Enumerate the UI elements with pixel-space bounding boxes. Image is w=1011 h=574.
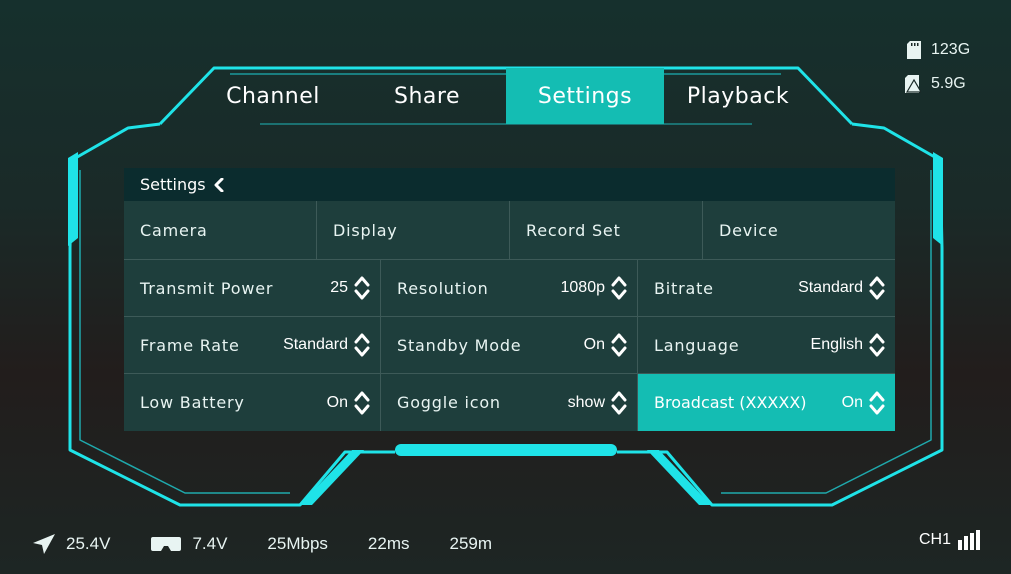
setting-broadcast[interactable]: Broadcast (XXXXX) On (638, 373, 895, 431)
stepper-icon[interactable] (611, 273, 627, 303)
stepper-icon[interactable] (354, 388, 370, 418)
setting-label: Frame Rate (140, 335, 240, 355)
settings-grid: Transmit Power 25 Resolution 1080p Bitra… (124, 259, 895, 431)
stepper-icon[interactable] (869, 273, 885, 303)
stepper-icon[interactable] (354, 273, 370, 303)
setting-value: On (841, 393, 863, 411)
setting-low-battery[interactable]: Low Battery On (124, 373, 381, 431)
settings-panel: Settings Camera Display Record Set Devic… (124, 168, 895, 431)
goggle-voltage: 7.4V (150, 534, 227, 554)
sd-card-storage: 123G (905, 38, 973, 62)
drone-voltage: 25.4V (32, 533, 110, 555)
latency-value: 22ms (367, 534, 410, 553)
aircraft-icon (33, 534, 55, 554)
subtab-camera[interactable]: Camera (124, 201, 317, 259)
setting-value: 25 (330, 279, 348, 296)
setting-goggle-icon[interactable]: Goggle icon show (381, 373, 638, 431)
latency-readout: 22ms (368, 534, 410, 554)
goggles-icon (151, 537, 182, 551)
setting-label: Low Battery (140, 393, 245, 412)
internal-storage: 5.9G (905, 72, 973, 96)
setting-label: Goggle icon (397, 393, 501, 412)
setting-value: English (810, 336, 863, 353)
panel-title: Settings (140, 175, 206, 194)
tab-settings[interactable]: Settings (506, 68, 664, 124)
stepper-icon[interactable] (611, 330, 627, 360)
sd-card-capacity: 123G (931, 41, 971, 58)
setting-label: Broadcast (XXXXX) (654, 393, 807, 412)
distance-value: 259m (449, 534, 493, 553)
setting-frame-rate[interactable]: Frame Rate Standard (124, 316, 381, 373)
bitrate-value: 25Mbps (267, 534, 328, 553)
storage-indicators: 123G 5.9G (905, 38, 973, 96)
stepper-icon[interactable] (869, 330, 885, 360)
tab-share[interactable]: Share (348, 68, 506, 124)
stepper-icon[interactable] (354, 330, 370, 360)
subtab-record-set[interactable]: Record Set (510, 201, 703, 259)
setting-label: Bitrate (654, 278, 714, 298)
setting-transmit-power[interactable]: Transmit Power 25 (124, 259, 381, 316)
subtab-device[interactable]: Device (703, 201, 895, 259)
storage-icon (905, 75, 921, 93)
subtab-display[interactable]: Display (317, 201, 510, 259)
tab-channel[interactable]: Channel (198, 68, 348, 124)
signal-bars-icon (958, 530, 980, 550)
setting-label: Resolution (397, 278, 489, 298)
stepper-icon[interactable] (869, 388, 885, 418)
channel-indicator: CH1 (919, 530, 981, 550)
setting-bitrate[interactable]: Bitrate Standard (638, 259, 895, 316)
setting-resolution[interactable]: Resolution 1080p (381, 259, 638, 316)
distance-readout: 259m (449, 534, 492, 554)
setting-standby-mode[interactable]: Standby Mode On (381, 316, 638, 373)
setting-label: Standby Mode (397, 335, 522, 355)
setting-value: Standard (283, 336, 348, 353)
setting-label: Language (654, 335, 740, 355)
setting-value: 1080p (560, 279, 606, 296)
settings-subtabs: Camera Display Record Set Device (124, 201, 895, 259)
setting-value: Standard (798, 279, 863, 296)
setting-value: On (326, 393, 348, 411)
main-tabs: Channel Share Settings Playback (198, 68, 866, 124)
status-bar: 25.4V 7.4V 25Mbps 22ms 259m (32, 532, 532, 556)
bitrate-readout: 25Mbps (267, 534, 327, 554)
goggle-voltage-value: 7.4V (192, 534, 228, 553)
setting-language[interactable]: Language English (638, 316, 895, 373)
stepper-icon[interactable] (611, 388, 627, 418)
sd-card-icon (907, 41, 921, 59)
back-chevron-icon[interactable] (214, 177, 224, 192)
internal-capacity: 5.9G (931, 75, 966, 92)
setting-value: On (583, 336, 605, 353)
panel-header[interactable]: Settings (124, 168, 895, 201)
tab-playback[interactable]: Playback (664, 68, 812, 124)
channel-value: CH1 (918, 531, 951, 548)
setting-label: Transmit Power (140, 278, 274, 298)
setting-value: show (567, 393, 605, 411)
drone-voltage-value: 25.4V (66, 534, 111, 553)
